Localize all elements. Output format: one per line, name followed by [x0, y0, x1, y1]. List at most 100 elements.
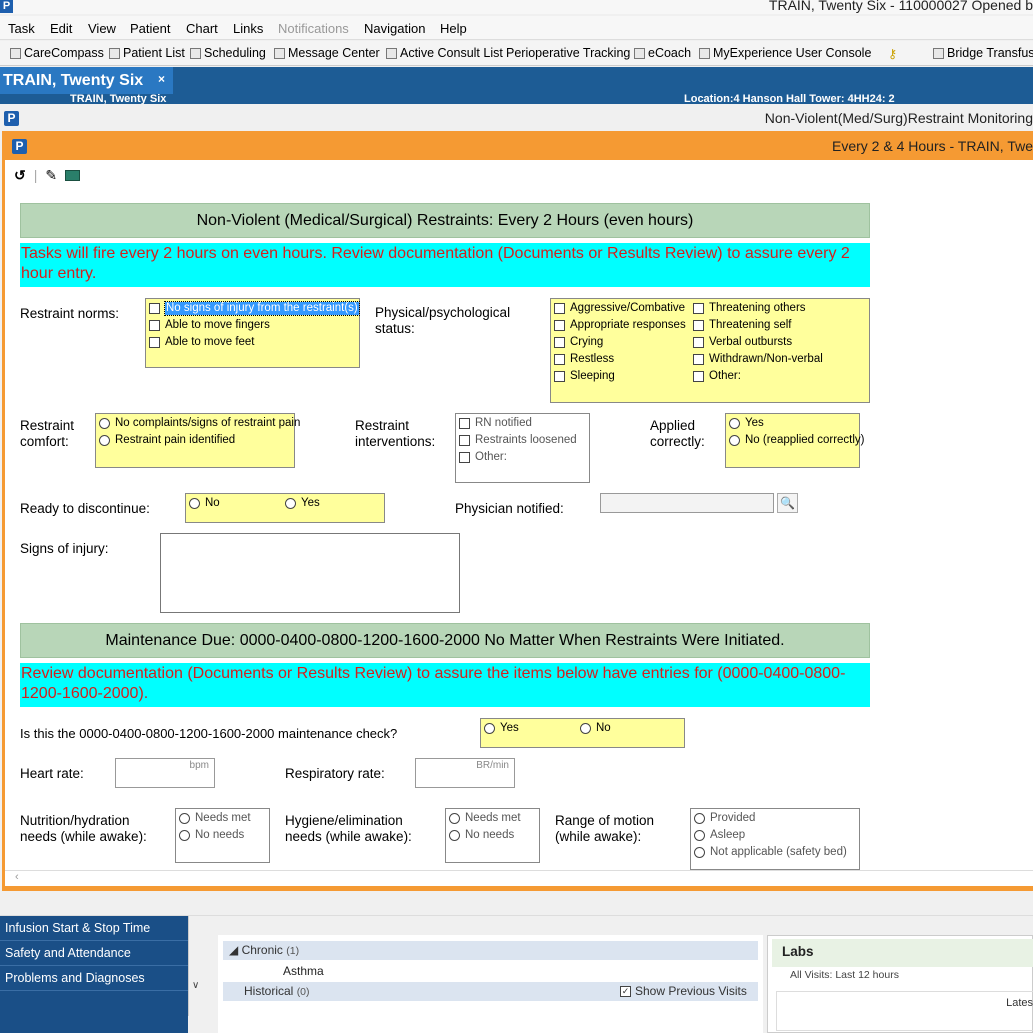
radio[interactable]	[694, 813, 705, 824]
status-option[interactable]: Other:	[693, 370, 741, 383]
toolbar-message-center[interactable]: Message Center	[274, 46, 380, 60]
menu-view[interactable]: View	[88, 21, 116, 36]
nav-scrollbar[interactable]: ∨	[188, 916, 205, 1016]
nav-item-problems[interactable]: Problems and Diagnoses	[0, 967, 188, 991]
checkbox[interactable]	[149, 337, 160, 348]
radio[interactable]	[449, 830, 460, 841]
radio[interactable]	[99, 418, 110, 429]
maintenance-option-yes[interactable]: Yes	[484, 722, 519, 735]
search-icon[interactable]: 🔍	[777, 493, 798, 513]
toolbar-patient-list[interactable]: Patient List	[109, 46, 185, 60]
problem-item-asthma[interactable]: Asthma	[283, 964, 324, 978]
signs-of-injury-textarea[interactable]	[160, 533, 460, 613]
checkbox[interactable]	[554, 354, 565, 365]
range-option[interactable]: Asleep	[694, 829, 745, 842]
toolbar-carecompass[interactable]: CareCompass	[10, 46, 104, 60]
nav-item-infusion[interactable]: Infusion Start & Stop Time	[0, 917, 188, 941]
menu-notifications[interactable]: Notifications	[278, 21, 349, 36]
collapse-icon[interactable]: ◢	[229, 943, 238, 957]
checkbox[interactable]	[693, 337, 704, 348]
radio[interactable]	[729, 435, 740, 446]
discontinue-option-no[interactable]: No	[189, 497, 220, 510]
checkbox[interactable]	[149, 303, 160, 314]
toolbar-perioperative[interactable]: Perioperative Tracking	[506, 46, 630, 60]
hygiene-option[interactable]: Needs met	[449, 812, 521, 825]
chevron-down-icon[interactable]: ∨	[192, 980, 199, 991]
comfort-option[interactable]: No complaints/signs of restraint pain	[99, 417, 300, 430]
restraint-norms-option[interactable]: Able to move feet	[149, 336, 255, 349]
intervention-option[interactable]: RN notified	[459, 417, 532, 430]
menu-navigation[interactable]: Navigation	[364, 21, 425, 36]
menu-chart[interactable]: Chart	[186, 21, 218, 36]
status-option[interactable]: Threatening others	[693, 302, 806, 315]
calculator-icon[interactable]	[65, 169, 81, 181]
toolbar-active-consult[interactable]: Active Consult List	[386, 46, 503, 60]
checkbox[interactable]	[459, 418, 470, 429]
radio[interactable]	[179, 830, 190, 841]
radio[interactable]	[189, 498, 200, 509]
menu-links[interactable]: Links	[233, 21, 263, 36]
radio[interactable]	[694, 847, 705, 858]
checkbox[interactable]	[693, 371, 704, 382]
restraint-norms-option[interactable]: Able to move fingers	[149, 319, 270, 332]
checkbox[interactable]	[459, 435, 470, 446]
physician-notified-field[interactable]	[600, 493, 774, 513]
radio[interactable]	[449, 813, 460, 824]
status-option[interactable]: Appropriate responses	[554, 319, 686, 332]
discontinue-option-yes[interactable]: Yes	[285, 497, 320, 510]
nav-item-safety[interactable]: Safety and Attendance	[0, 942, 188, 966]
historical-group-row[interactable]: Historical (0) ✓ Show Previous Visits	[223, 982, 758, 1001]
scroll-left-icon[interactable]: ‹	[15, 871, 19, 883]
radio[interactable]	[694, 830, 705, 841]
intervention-option[interactable]: Restraints loosened	[459, 434, 577, 447]
toolbar-myexperience[interactable]: MyExperience User Console	[699, 46, 871, 60]
horizontal-scrollbar[interactable]: ‹	[5, 870, 1033, 886]
checkbox[interactable]	[554, 303, 565, 314]
radio[interactable]	[484, 723, 495, 734]
intervention-option[interactable]: Other:	[459, 451, 507, 464]
checkbox[interactable]	[554, 371, 565, 382]
toolbar-bridge[interactable]: Bridge Transfus	[933, 46, 1033, 60]
nutrition-option[interactable]: No needs	[179, 829, 244, 842]
refresh-icon[interactable]: ↺	[14, 167, 26, 184]
status-option[interactable]: Restless	[554, 353, 614, 366]
status-option[interactable]: Sleeping	[554, 370, 615, 383]
close-icon[interactable]: ×	[158, 72, 165, 86]
radio[interactable]	[580, 723, 591, 734]
radio[interactable]	[179, 813, 190, 824]
range-option[interactable]: Not applicable (safety bed)	[694, 846, 847, 859]
toolbar-key[interactable]: ⚷	[888, 46, 897, 61]
menu-patient[interactable]: Patient	[130, 21, 170, 36]
checked-checkbox[interactable]: ✓	[620, 985, 631, 997]
checkbox[interactable]	[459, 452, 470, 463]
checkbox[interactable]	[554, 320, 565, 331]
heart-rate-input[interactable]: bpm	[115, 758, 215, 788]
restraint-norms-option[interactable]: No signs of injury from the restraint(s)	[149, 301, 360, 316]
show-previous-visits[interactable]: ✓ Show Previous Visits	[620, 984, 747, 998]
resp-rate-input[interactable]: BR/min	[415, 758, 515, 788]
pencil-icon[interactable]: ✎	[45, 167, 57, 184]
comfort-option[interactable]: Restraint pain identified	[99, 434, 235, 447]
toolbar-scheduling[interactable]: Scheduling	[190, 46, 266, 60]
checkbox[interactable]	[693, 303, 704, 314]
nutrition-option[interactable]: Needs met	[179, 812, 251, 825]
menu-help[interactable]: Help	[440, 21, 467, 36]
menu-task[interactable]: Task	[8, 21, 35, 36]
radio[interactable]	[285, 498, 296, 509]
checkbox[interactable]	[554, 337, 565, 348]
range-option[interactable]: Provided	[694, 812, 755, 825]
applied-option[interactable]: Yes	[729, 417, 764, 430]
chronic-group-row[interactable]: ◢ Chronic (1)	[223, 941, 758, 960]
maintenance-option-no[interactable]: No	[580, 722, 611, 735]
checkbox[interactable]	[149, 320, 160, 331]
patient-tab[interactable]: TRAIN, Twenty Six ×	[0, 67, 173, 94]
status-option[interactable]: Threatening self	[693, 319, 791, 332]
status-option[interactable]: Crying	[554, 336, 603, 349]
hygiene-option[interactable]: No needs	[449, 829, 514, 842]
status-option[interactable]: Verbal outbursts	[693, 336, 792, 349]
radio[interactable]	[729, 418, 740, 429]
status-option[interactable]: Aggressive/Combative	[554, 302, 685, 315]
menu-edit[interactable]: Edit	[50, 21, 72, 36]
checkbox[interactable]	[693, 354, 704, 365]
applied-option[interactable]: No (reapplied correctly)	[729, 434, 865, 447]
